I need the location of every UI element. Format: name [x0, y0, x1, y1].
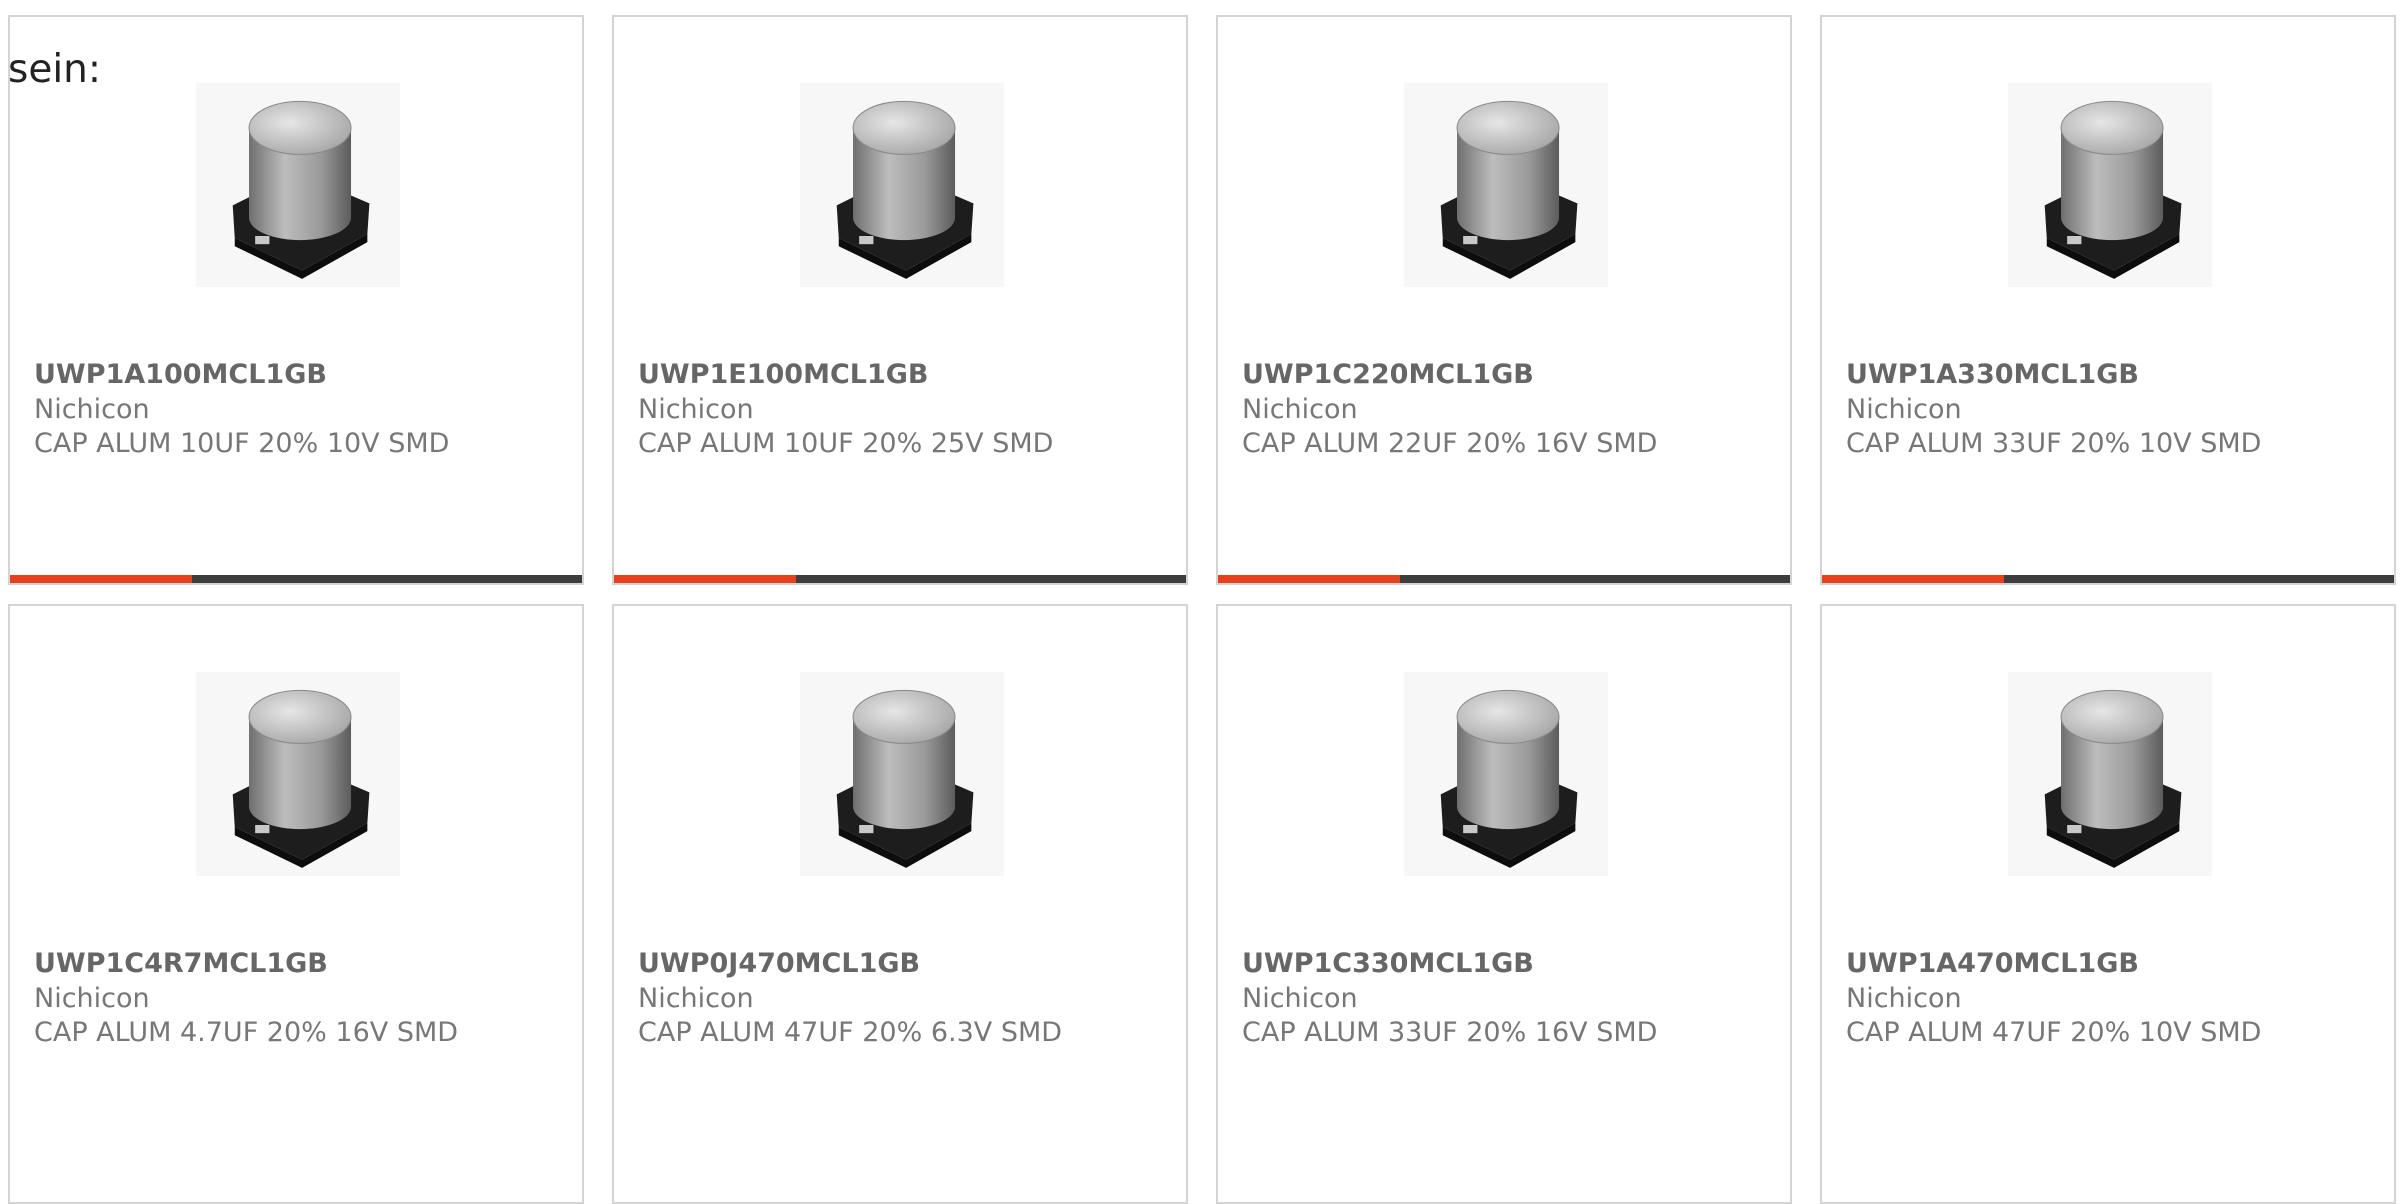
product-info: UWP1C220MCL1GB Nichicon CAP ALUM 22UF 20…	[1242, 357, 1774, 461]
product-card[interactable]: UWP1E100MCL1GB Nichicon CAP ALUM 10UF 20…	[612, 15, 1188, 585]
part-number[interactable]: UWP1A470MCL1GB	[1846, 946, 2378, 982]
part-number[interactable]: UWP1C330MCL1GB	[1242, 946, 1774, 982]
intro-text: sein:	[8, 47, 102, 92]
part-number[interactable]: UWP1A330MCL1GB	[1846, 357, 2378, 393]
manufacturer: Nichicon	[1242, 983, 1358, 1014]
product-info: UWP1E100MCL1GB Nichicon CAP ALUM 10UF 20…	[638, 357, 1170, 461]
card-footer-bar	[10, 575, 582, 583]
product-card[interactable]: UWP1C330MCL1GB Nichicon CAP ALUM 33UF 20…	[1216, 604, 1792, 1204]
product-description: CAP ALUM 22UF 20% 16V SMD	[1242, 428, 1658, 459]
manufacturer: Nichicon	[1242, 394, 1358, 425]
product-info: UWP1C4R7MCL1GB Nichicon CAP ALUM 4.7UF 2…	[34, 946, 566, 1050]
product-card[interactable]: UWP0J470MCL1GB Nichicon CAP ALUM 47UF 20…	[612, 604, 1188, 1204]
part-number[interactable]: UWP1C4R7MCL1GB	[34, 946, 566, 982]
product-card[interactable]: UWP1A330MCL1GB Nichicon CAP ALUM 33UF 20…	[1820, 15, 2396, 585]
manufacturer: Nichicon	[1846, 394, 1962, 425]
manufacturer: Nichicon	[34, 394, 150, 425]
product-info: UWP0J470MCL1GB Nichicon CAP ALUM 47UF 20…	[638, 946, 1170, 1050]
card-accent-bar	[614, 575, 796, 583]
capacitor-image[interactable]	[1404, 672, 1608, 876]
part-number[interactable]: UWP0J470MCL1GB	[638, 946, 1170, 982]
part-number[interactable]: UWP1E100MCL1GB	[638, 357, 1170, 393]
card-footer-bar	[614, 575, 1186, 583]
card-footer-bar	[1822, 575, 2394, 583]
product-card[interactable]: UWP1A470MCL1GB Nichicon CAP ALUM 47UF 20…	[1820, 604, 2396, 1204]
capacitor-image[interactable]	[800, 672, 1004, 876]
product-description: CAP ALUM 47UF 20% 10V SMD	[1846, 1017, 2262, 1048]
card-footer-bar	[1218, 575, 1790, 583]
capacitor-image[interactable]	[196, 672, 400, 876]
product-info: UWP1C330MCL1GB Nichicon CAP ALUM 33UF 20…	[1242, 946, 1774, 1050]
card-accent-bar	[1218, 575, 1400, 583]
capacitor-image[interactable]	[800, 83, 1004, 287]
product-info: UWP1A330MCL1GB Nichicon CAP ALUM 33UF 20…	[1846, 357, 2378, 461]
part-number[interactable]: UWP1C220MCL1GB	[1242, 357, 1774, 393]
card-accent-bar	[10, 575, 192, 583]
capacitor-image[interactable]	[1404, 83, 1608, 287]
product-description: CAP ALUM 10UF 20% 10V SMD	[34, 428, 450, 459]
product-card[interactable]: UWP1C4R7MCL1GB Nichicon CAP ALUM 4.7UF 2…	[8, 604, 584, 1204]
part-number[interactable]: UWP1A100MCL1GB	[34, 357, 566, 393]
card-accent-bar	[1822, 575, 2004, 583]
manufacturer: Nichicon	[638, 983, 754, 1014]
product-card[interactable]: UWP1A100MCL1GB Nichicon CAP ALUM 10UF 20…	[8, 15, 584, 585]
manufacturer: Nichicon	[638, 394, 754, 425]
product-info: UWP1A470MCL1GB Nichicon CAP ALUM 47UF 20…	[1846, 946, 2378, 1050]
product-description: CAP ALUM 10UF 20% 25V SMD	[638, 428, 1054, 459]
product-card[interactable]: UWP1C220MCL1GB Nichicon CAP ALUM 22UF 20…	[1216, 15, 1792, 585]
capacitor-image[interactable]	[196, 83, 400, 287]
product-info: UWP1A100MCL1GB Nichicon CAP ALUM 10UF 20…	[34, 357, 566, 461]
product-description: CAP ALUM 47UF 20% 6.3V SMD	[638, 1017, 1063, 1048]
manufacturer: Nichicon	[1846, 983, 1962, 1014]
product-description: CAP ALUM 4.7UF 20% 16V SMD	[34, 1017, 459, 1048]
product-description: CAP ALUM 33UF 20% 10V SMD	[1846, 428, 2262, 459]
manufacturer: Nichicon	[34, 983, 150, 1014]
capacitor-image[interactable]	[2008, 672, 2212, 876]
product-description: CAP ALUM 33UF 20% 16V SMD	[1242, 1017, 1658, 1048]
capacitor-image[interactable]	[2008, 83, 2212, 287]
